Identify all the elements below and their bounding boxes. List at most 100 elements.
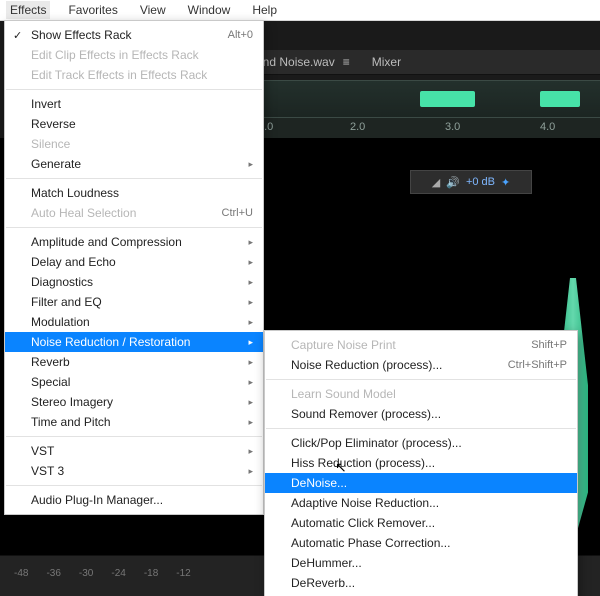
menu-item-label: Learn Sound Model [291,387,396,401]
app-menu-bar[interactable]: Effects Favorites View Window Help [0,0,600,21]
menu-separator [6,436,262,437]
menu-item-label: Match Loudness [31,186,119,200]
db-tick: -12 [176,568,190,579]
menu-item-label: Stereo Imagery [31,395,113,409]
noise_submenu-adaptive-noise-reduction[interactable]: Adaptive Noise Reduction... [265,493,577,513]
file-tab[interactable]: und Noise.wav ≡ [256,55,352,69]
chevron-right-icon: ▸ [248,257,253,268]
effects_menu-vst-3[interactable]: VST 3▸ [5,461,263,481]
menu-item-label: Delay and Echo [31,255,116,269]
ruler-tick: 2.0 [350,121,365,133]
noise_submenu-click-pop-eliminator-process[interactable]: Click/Pop Eliminator (process)... [265,433,577,453]
menu-item-label: Capture Noise Print [291,338,396,352]
effects_menu-show-effects-rack[interactable]: ✓ Show Effects Rack Alt+0 [5,25,263,45]
menu-favorites[interactable]: Favorites [64,1,121,19]
document-tab-bar: und Noise.wav ≡ Mixer [250,50,600,75]
effects_menu-auto-heal-selection: Auto Heal SelectionCtrl+U [5,203,263,223]
menu-item-label: Invert [31,97,61,111]
effects_menu-stereo-imagery[interactable]: Stereo Imagery ▸ [5,392,263,412]
noise_submenu-noise-reduction-process[interactable]: Noise Reduction (process)... Ctrl+Shift+P [265,355,577,375]
noise_submenu-automatic-phase-correction[interactable]: Automatic Phase Correction... [265,533,577,553]
menu-item-label: Edit Clip Effects in Effects Rack [31,48,199,62]
menu-separator [266,428,576,429]
noise_submenu-automatic-click-remover[interactable]: Automatic Click Remover... [265,513,577,533]
noise_submenu-sound-remover-process[interactable]: Sound Remover (process)... [265,404,577,424]
menu-help[interactable]: Help [248,1,281,19]
effects-icon: ✦ [501,176,510,189]
check-icon: ✓ [13,29,22,42]
mixer-tab[interactable]: Mixer [372,55,401,69]
menu-item-label: Silence [31,137,70,151]
menu-item-label: Generate [31,157,81,171]
effects_menu-special[interactable]: Special ▸ [5,372,263,392]
menu-window[interactable]: Window [184,1,235,19]
effects_menu-amplitude-and-compression[interactable]: Amplitude and Compression▸ [5,232,263,252]
menu-effects[interactable]: Effects [6,1,50,19]
time-ruler[interactable]: 1.0 2.0 3.0 4.0 [250,118,600,138]
chevron-right-icon: ▸ [248,337,253,348]
menu-item-label: Reverb [31,355,70,369]
menu-item-label: Show Effects Rack [31,28,132,42]
file-tab-label: und Noise.wav [256,55,335,69]
mixer-tab-label: Mixer [372,55,401,69]
menu-separator [266,379,576,380]
menu-item-label: VST [31,444,54,458]
menu-item-label: Diagnostics [31,275,93,289]
menu-item-label: Special [31,375,70,389]
menu-item-label: DeHummer... [291,556,362,570]
menu-shortcut: Alt+0 [228,29,253,41]
menu-shortcut: Ctrl+U [222,207,253,219]
chevron-right-icon: ▸ [248,377,253,388]
effects_menu-edit-clip-effects-in-effects-rack: Edit Clip Effects in Effects Rack [5,45,263,65]
noise_submenu-dereverb[interactable]: DeReverb... [265,573,577,593]
pan-icon: ◢ [432,176,440,189]
menu-item-label: Automatic Click Remover... [291,516,435,530]
noise-reduction-submenu[interactable]: Capture Noise PrintShift+PNoise Reductio… [264,330,578,596]
effects-menu[interactable]: ✓ Show Effects Rack Alt+0 Edit Clip Effects… [4,20,264,515]
effects_menu-diagnostics[interactable]: Diagnostics ▸ [5,272,263,292]
chevron-right-icon: ▸ [248,417,253,428]
menu-item-label: Reverse [31,117,76,131]
menu-item-label: VST 3 [31,464,64,478]
tab-menu-icon[interactable]: ≡ [343,55,352,69]
chevron-right-icon: ▸ [248,297,253,308]
db-tick: -48 [14,568,28,579]
volume-hud[interactable]: ◢ 🔊 +0 dB ✦ [410,170,532,194]
menu-item-label: Filter and EQ [31,295,102,309]
menu-item-label: Automatic Phase Correction... [291,536,450,550]
effects_menu-invert[interactable]: Invert [5,94,263,114]
effects_menu-audio-plug-in-manager[interactable]: Audio Plug-In Manager... [5,490,263,510]
effects_menu-delay-and-echo[interactable]: Delay and Echo ▸ [5,252,263,272]
overview-chunk [540,91,580,107]
menu-shortcut: Ctrl+Shift+P [508,359,567,371]
noise_submenu-dehummer[interactable]: DeHummer... [265,553,577,573]
db-tick: -36 [46,568,60,579]
chevron-right-icon: ▸ [248,397,253,408]
effects_menu-filter-and-eq[interactable]: Filter and EQ ▸ [5,292,263,312]
effects_menu-modulation[interactable]: Modulation▸ [5,312,263,332]
overview-waveform[interactable] [250,80,600,118]
menu-separator [6,178,262,179]
effects_menu-time-and-pitch[interactable]: Time and Pitch ▸ [5,412,263,432]
effects_menu-reverse[interactable]: Reverse [5,114,263,134]
menu-item-label: Noise Reduction (process)... [291,358,442,372]
effects_menu-noise-reduction-restoration[interactable]: Noise Reduction / Restoration▸ [5,332,263,352]
chevron-right-icon: ▸ [248,317,253,328]
chevron-right-icon: ▸ [248,446,253,457]
level-ticks: -48 -36 -30 -24 -18 -12 [14,568,191,579]
menu-separator [6,485,262,486]
menu-item-label: DeNoise... [291,476,347,490]
effects_menu-reverb[interactable]: Reverb▸ [5,352,263,372]
noise_submenu-hiss-reduction-process[interactable]: Hiss Reduction (process)... [265,453,577,473]
db-tick: -24 [111,568,125,579]
effects_menu-vst[interactable]: VST ▸ [5,441,263,461]
effects_menu-match-loudness[interactable]: Match Loudness [5,183,263,203]
noise_submenu-denoise[interactable]: DeNoise... [265,473,577,493]
menu-item-label: Time and Pitch [31,415,111,429]
menu-item-label: Edit Track Effects in Effects Rack [31,68,207,82]
volume-icon: 🔊 [446,176,460,189]
chevron-right-icon: ▸ [248,159,253,170]
menu-view[interactable]: View [136,1,170,19]
chevron-right-icon: ▸ [248,277,253,288]
effects_menu-generate[interactable]: Generate ▸ [5,154,263,174]
